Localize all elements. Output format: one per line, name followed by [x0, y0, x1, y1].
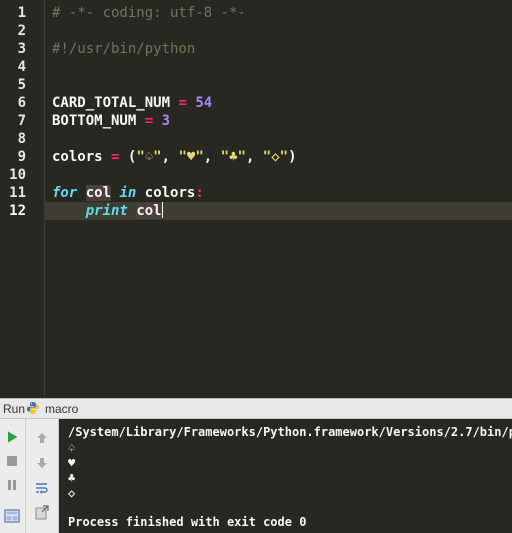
line-number-gutter: 1 2 3 4 5 6 7 8 9 10 11 12: [0, 0, 44, 398]
loop-variable: col: [85, 185, 112, 201]
line-number: 9: [17, 149, 26, 165]
line-number: 7: [17, 113, 26, 129]
keyword-for: for: [52, 185, 78, 201]
identifier: CARD_TOTAL_NUM: [52, 95, 171, 111]
shebang-comment: #!/usr/bin/python: [52, 41, 196, 57]
keyword-in: in: [119, 185, 137, 201]
pause-icon[interactable]: [3, 476, 21, 494]
run-controls-toolbar: [0, 419, 26, 533]
code-editor[interactable]: 1 2 3 4 5 6 7 8 9 10 11 12 # -*- coding:…: [0, 0, 512, 398]
python-icon: [26, 401, 40, 415]
console-line: ♣: [68, 471, 76, 485]
run-panel-header: Run macro: [0, 398, 512, 419]
console-exit-message: Process finished with exit code 0: [68, 515, 307, 529]
code-line-1[interactable]: # -*- coding: utf-8 -*-: [52, 4, 246, 22]
down-arrow-icon[interactable]: [33, 454, 51, 472]
stop-icon[interactable]: [3, 452, 21, 470]
code-line-7[interactable]: BOTTOM_NUM = 3: [52, 112, 170, 130]
line-number: 2: [17, 23, 26, 39]
up-arrow-icon[interactable]: [33, 429, 51, 447]
identifier: colors: [52, 149, 103, 165]
console-line: ♤: [68, 441, 76, 455]
string-literal: "♤": [136, 149, 162, 165]
line-number: 8: [17, 131, 26, 147]
code-line-3[interactable]: #!/usr/bin/python: [52, 40, 195, 58]
number-literal: 3: [161, 113, 171, 129]
string-literal: "♣": [220, 149, 246, 165]
line-number: 10: [9, 167, 26, 183]
console-line: ♥: [68, 456, 76, 470]
loop-variable: col: [136, 203, 162, 219]
console-line: ◇: [68, 486, 76, 500]
operator: =: [144, 113, 154, 129]
operator: =: [178, 95, 187, 111]
run-tab-label[interactable]: Run: [3, 402, 25, 416]
line-number: 6: [17, 95, 26, 111]
string-literal: "♥": [178, 149, 204, 165]
run-config-name[interactable]: macro: [45, 402, 78, 416]
export-icon[interactable]: [33, 504, 51, 522]
console-output[interactable]: /System/Library/Frameworks/Python.framew…: [60, 419, 512, 533]
identifier: BOTTOM_NUM: [52, 113, 137, 129]
code-line-9[interactable]: colors = ("♤", "♥", "♣", "◇"): [52, 148, 297, 166]
close-paren: ): [288, 149, 297, 165]
line-number: 11: [9, 185, 26, 201]
string-literal: "◇": [262, 149, 289, 165]
number-literal: 54: [195, 95, 213, 111]
code-line-11[interactable]: for col in colors:: [52, 184, 204, 202]
line-number: 3: [17, 41, 26, 57]
run-icon[interactable]: [3, 428, 21, 446]
comma: ,: [245, 149, 263, 165]
soft-wrap-icon[interactable]: [33, 479, 51, 497]
line-number: 1: [17, 5, 26, 21]
line-number: 5: [17, 77, 26, 93]
encoding-comment: # -*- coding: utf-8 -*-: [52, 5, 246, 21]
console-line: /System/Library/Frameworks/Python.framew…: [68, 425, 512, 439]
code-line-12[interactable]: print col: [52, 202, 163, 220]
identifier: colors: [144, 185, 196, 201]
comma: ,: [203, 149, 221, 165]
comma: ,: [161, 149, 179, 165]
operator: =: [111, 149, 120, 165]
console-toolbar: [26, 419, 59, 533]
keyword-print: print: [85, 203, 128, 219]
line-number: 4: [17, 59, 26, 75]
text-caret: [161, 202, 163, 218]
code-line-6[interactable]: CARD_TOTAL_NUM = 54: [52, 94, 212, 112]
layout-icon[interactable]: [3, 507, 21, 525]
line-number-current: 12: [9, 203, 26, 219]
colon: :: [195, 185, 204, 201]
gutter-separator: [44, 0, 45, 398]
